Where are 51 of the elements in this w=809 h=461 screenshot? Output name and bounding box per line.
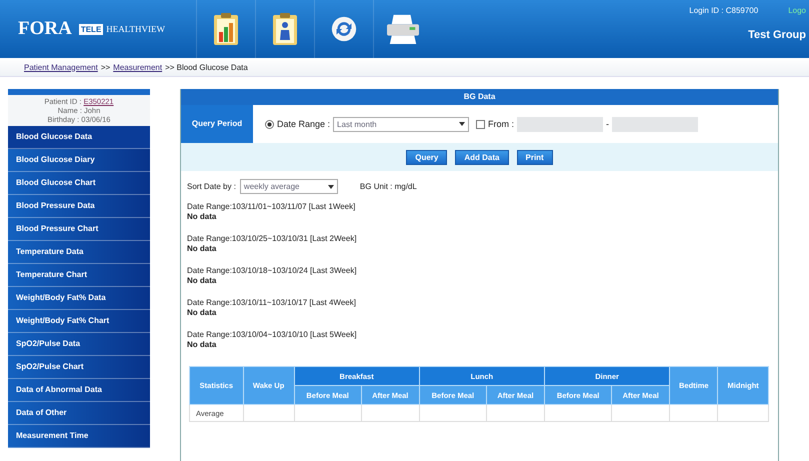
- unit-label: BG Unit : mg/dL: [360, 182, 417, 191]
- date-range-label: Date Range :: [277, 119, 330, 129]
- action-button[interactable]: Print: [516, 150, 553, 164]
- date-range-dropdown[interactable]: Last month: [333, 116, 470, 132]
- checkbox[interactable]: [476, 120, 486, 128]
- action-button[interactable]: Query: [406, 150, 448, 164]
- sidebar-item[interactable]: Temperature Chart: [8, 264, 150, 287]
- brand-logo: FORA: [18, 18, 72, 40]
- no-data-text: No data: [187, 244, 218, 254]
- panel-title: BG Data: [181, 89, 778, 105]
- sort-label: Sort Date by :: [187, 182, 236, 191]
- sidebar-item[interactable]: Blood Glucose Data: [8, 126, 150, 149]
- group-name: Test Group: [748, 29, 806, 41]
- sidebar-item[interactable]: Blood Pressure Chart: [8, 218, 150, 241]
- no-data-text: No data: [187, 212, 218, 222]
- caret-icon: [459, 122, 466, 126]
- sidebar-item[interactable]: Data of Other: [8, 402, 150, 425]
- sidebar-item[interactable]: Weight/Body Fat% Chart: [8, 310, 150, 333]
- breadcrumb-text: >> Blood Glucose Data: [165, 62, 248, 72]
- date-separator: -: [606, 119, 610, 129]
- action-button[interactable]: Add Data: [455, 150, 508, 164]
- date-range-text: Date Range:103/10/18~103/10/24 [Last 3Week]: [187, 266, 358, 276]
- to-date-field[interactable]: [612, 116, 698, 132]
- from-label: From :: [488, 119, 514, 129]
- sidebar-item[interactable]: Blood Pressure Data: [8, 195, 150, 218]
- no-data-text: No data: [187, 276, 218, 286]
- sidebar-item[interactable]: Blood Glucose Diary: [8, 149, 150, 172]
- caret-icon: [328, 184, 334, 188]
- sidebar-item[interactable]: SpO2/Pulse Chart: [8, 356, 150, 379]
- sidebar-item[interactable]: Blood Glucose Chart: [8, 172, 150, 195]
- date-range-text: Date Range:103/11/01~103/11/07 [Last 1Week]: [187, 202, 356, 212]
- date-range-text: Date Range:103/10/25~103/10/31 [Last 2Week]: [187, 234, 358, 244]
- query-period-label: Query Period: [181, 105, 253, 143]
- no-data-text: No data: [187, 308, 218, 318]
- no-data-text: No data: [187, 340, 218, 350]
- breadcrumb-text: >>: [100, 62, 110, 72]
- sidebar-item[interactable]: Data of Abnormal Data: [8, 379, 150, 402]
- radio-button[interactable]: [265, 120, 274, 128]
- sidebar-item[interactable]: Measurement Time: [8, 425, 150, 448]
- logo-badge: TELE: [78, 24, 104, 34]
- date-range-text: Date Range:103/10/04~103/10/10 [Last 5Week]: [187, 330, 358, 340]
- product-name: HEALTHVIEW: [106, 24, 165, 34]
- breadcrumb-link[interactable]: Patient Management: [24, 62, 98, 72]
- from-date-field[interactable]: [517, 116, 604, 132]
- sidebar-item[interactable]: SpO2/Pulse Data: [8, 333, 150, 356]
- sidebar-item[interactable]: Weight/Body Fat% Data: [8, 287, 150, 310]
- login-id: Login ID : C859700: [689, 6, 758, 15]
- breadcrumb-link[interactable]: Measurement: [113, 62, 162, 72]
- sort-dropdown[interactable]: weekly average: [240, 179, 338, 194]
- date-range-text: Date Range:103/10/11~103/10/17 [Last 4Week]: [187, 298, 357, 308]
- sidebar-item[interactable]: Temperature Data: [8, 241, 150, 264]
